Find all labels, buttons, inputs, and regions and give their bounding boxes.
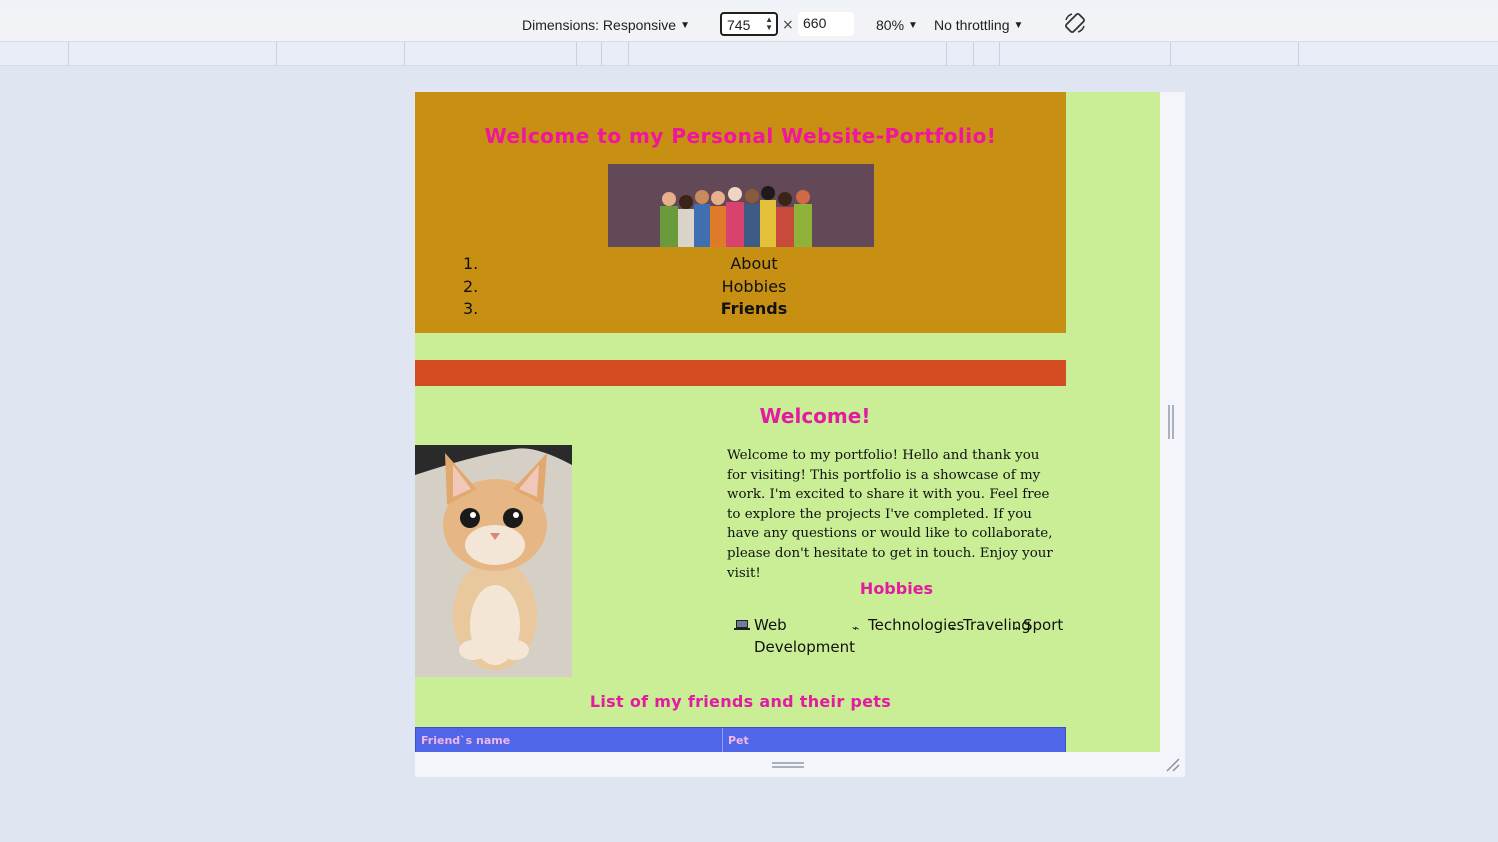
throttling-dropdown[interactable]: No throttling ▼ xyxy=(934,16,1023,34)
divider-bar xyxy=(415,360,1066,386)
hobbies-heading: Hobbies xyxy=(859,579,934,598)
nav-link-about[interactable]: About xyxy=(415,254,1093,273)
hobby-label: Development xyxy=(754,638,855,656)
site-title: Welcome to my Personal Website-Portfolio… xyxy=(484,124,997,148)
table-header-cell: Pet xyxy=(728,734,749,747)
main-nav: 1. About 2. Hobbies 3. Friends xyxy=(415,252,1066,320)
resize-handle-right[interactable] xyxy=(1167,405,1175,439)
hobby-label: Sport xyxy=(1023,616,1064,634)
welcome-heading: Welcome! xyxy=(759,404,871,428)
nav-item-about[interactable]: 1. About xyxy=(415,252,1066,275)
friends-table-header: Friend`s name Pet xyxy=(415,727,1066,752)
dimensions-label: Dimensions: Responsive xyxy=(522,17,677,33)
width-input[interactable]: 745 ▲ ▼ xyxy=(720,12,778,36)
nav-item-friends[interactable]: 3. Friends xyxy=(415,297,1066,320)
caret-down-icon: ▼ xyxy=(908,19,918,31)
nav-link-friends[interactable]: Friends xyxy=(415,299,1093,318)
hobby-label: Web xyxy=(754,616,787,634)
device-toolbar: Dimensions: Responsive ▼ 745 ▲ ▼ × 660 80… xyxy=(0,0,1498,42)
friends-heading: List of my friends and their pets xyxy=(589,692,892,711)
zoom-dropdown[interactable]: 80% ▼ xyxy=(876,16,918,34)
broken-image-icon: ⌁ xyxy=(949,621,957,635)
banner-image xyxy=(608,164,874,247)
caret-down-icon: ▼ xyxy=(1013,19,1024,31)
broken-image-icon: ⌁ xyxy=(852,621,860,635)
hobby-item-sport: ⌁ Sport xyxy=(1013,614,1064,636)
caret-down-icon: ▼ xyxy=(680,19,690,31)
intro-paragraph: Welcome to my portfolio! Hello and thank… xyxy=(727,448,1053,581)
times-sign: × xyxy=(782,17,794,33)
table-header-cell: Friend`s name xyxy=(416,728,723,752)
emulated-viewport: Welcome to my Personal Website-Portfolio… xyxy=(415,92,1160,752)
nav-item-hobbies[interactable]: 2. Hobbies xyxy=(415,275,1066,298)
throttling-label: No throttling xyxy=(934,17,1010,33)
resize-handle-bottom[interactable] xyxy=(772,762,804,770)
spinner-icon[interactable]: ▲ ▼ xyxy=(765,16,773,32)
broken-image-icon: ⌁ xyxy=(1013,621,1021,635)
rotate-icon[interactable] xyxy=(1063,11,1087,35)
zoom-label: 80% xyxy=(876,17,905,33)
laptop-icon xyxy=(734,620,750,630)
hobby-item-web-development: Web Development xyxy=(734,614,855,658)
width-value: 745 xyxy=(727,17,751,33)
site-header: Welcome to my Personal Website-Portfolio… xyxy=(415,92,1066,333)
dimensions-dropdown[interactable]: Dimensions: Responsive ▼ xyxy=(522,16,690,34)
height-value: 660 xyxy=(803,15,827,31)
resize-handle-icon[interactable] xyxy=(1164,756,1180,772)
nav-link-hobbies[interactable]: Hobbies xyxy=(415,277,1093,296)
height-input[interactable]: 660 xyxy=(798,12,854,36)
kitten-photo xyxy=(415,445,572,677)
media-query-ruler[interactable] xyxy=(0,42,1498,66)
